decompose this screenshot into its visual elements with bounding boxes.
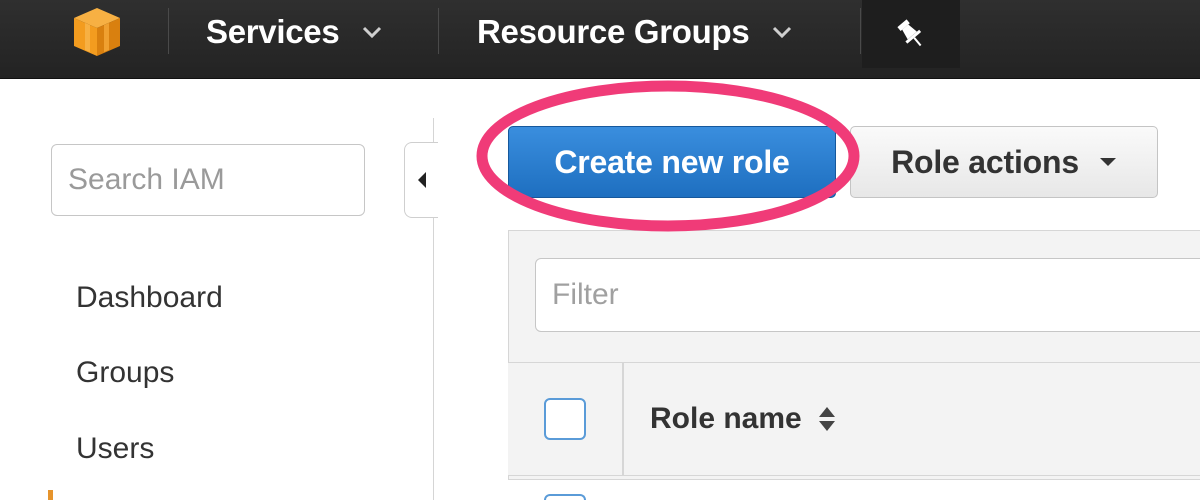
create-new-role-label: Create new role — [554, 143, 790, 180]
role-actions-button[interactable]: Role actions — [850, 126, 1158, 198]
chevron-down-icon — [773, 26, 792, 39]
role-name-header-label: Role name — [650, 402, 802, 435]
row-checkbox[interactable] — [544, 494, 586, 500]
sort-icon — [818, 407, 835, 431]
chevron-down-icon — [363, 26, 382, 39]
caret-down-icon — [1099, 158, 1116, 166]
role-actions-label: Role actions — [891, 143, 1079, 180]
sidebar-item-label: Users — [76, 432, 155, 465]
sidebar-item-label: Groups — [76, 356, 175, 389]
aws-cube-icon[interactable] — [66, 4, 128, 60]
resource-groups-label: Resource Groups — [477, 13, 750, 50]
column-separator — [622, 363, 624, 475]
table-header-row — [508, 362, 1200, 476]
sidebar-item-dashboard[interactable]: Dashboard — [76, 281, 223, 315]
create-new-role-button[interactable]: Create new role — [508, 126, 836, 198]
resource-groups-menu[interactable]: Resource Groups — [477, 12, 793, 52]
search-iam-input[interactable] — [51, 144, 365, 216]
nav-separator — [438, 8, 439, 54]
caret-left-icon — [417, 172, 426, 188]
collapse-sidebar-button[interactable] — [404, 142, 438, 218]
services-menu[interactable]: Services — [206, 12, 383, 52]
pin-button[interactable] — [862, 0, 960, 68]
filter-input[interactable] — [535, 258, 1200, 332]
pin-icon — [897, 19, 922, 47]
sidebar-item-groups[interactable]: Groups — [76, 356, 174, 390]
top-navigation-bar: Services Resource Groups — [0, 0, 1200, 79]
services-label: Services — [206, 13, 340, 50]
iam-roles-page: Services Resource Groups Search IAM Dash… — [0, 0, 1200, 500]
role-name-column-header[interactable]: Role name — [650, 402, 836, 436]
sidebar-item-label: Dashboard — [76, 281, 223, 314]
nav-separator — [168, 8, 169, 54]
nav-separator — [860, 8, 861, 54]
select-all-checkbox[interactable] — [544, 398, 586, 440]
sidebar-item-users[interactable]: Users — [76, 432, 154, 466]
sidebar-active-indicator — [48, 490, 53, 500]
